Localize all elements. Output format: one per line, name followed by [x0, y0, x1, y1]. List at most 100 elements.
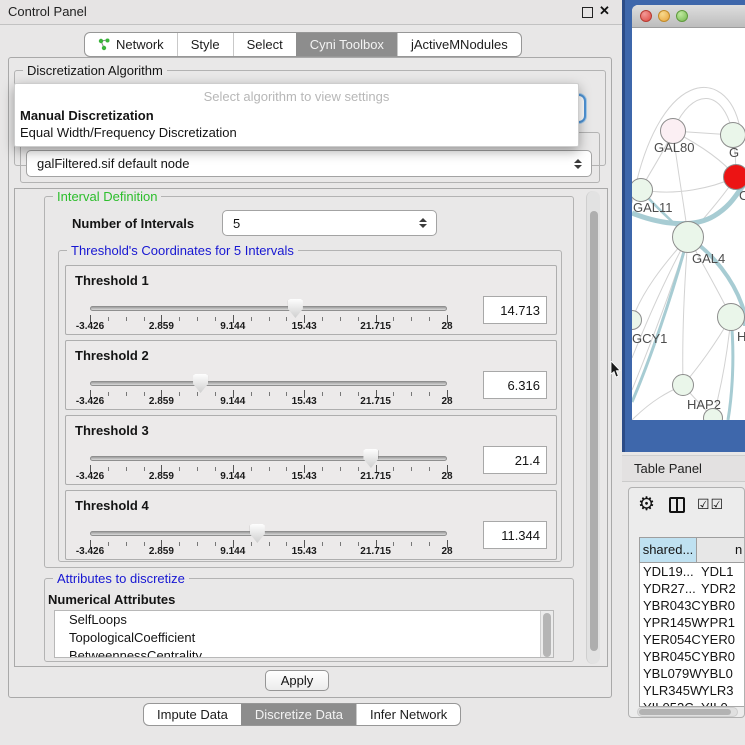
split-columns-icon[interactable] [669, 497, 685, 513]
mouse-cursor [610, 361, 623, 378]
tick-label: 28 [441, 546, 452, 557]
threshold-label: Threshold 3 [75, 423, 149, 438]
minimize-traffic-icon[interactable] [658, 10, 670, 22]
list-item[interactable]: TopologicalCoefficient [55, 629, 553, 647]
slider-tick-labels: -3.4262.8599.14415.4321.71528 [90, 471, 447, 483]
horizontal-scrollbar[interactable] [637, 707, 738, 717]
hscrollbar-thumb[interactable] [639, 709, 731, 715]
node-label: GAL4 [692, 251, 725, 266]
tick-label: -3.426 [76, 546, 104, 557]
network-node-h[interactable] [717, 303, 745, 331]
tick-label: 9.144 [220, 321, 245, 332]
vertical-scrollbar[interactable] [586, 191, 600, 664]
table-row[interactable]: YBR045CYBR0 [640, 648, 745, 665]
table-row[interactable]: YBR043CYBR0 [640, 597, 745, 614]
tick-label: 2.859 [149, 471, 174, 482]
table-cell-shared-name: YIL052C [640, 699, 697, 707]
algorithm-popup-placeholder: Select algorithm to view settings [15, 87, 578, 107]
node-label: GCY1 [632, 331, 667, 346]
close-icon[interactable]: ✕ [599, 3, 610, 19]
node-label: H [737, 329, 745, 344]
combo-arrows-icon [419, 218, 427, 228]
table-row[interactable]: YER054CYER0 [640, 631, 745, 648]
threshold-value-field[interactable]: 11.344 [483, 521, 547, 549]
tab-style[interactable]: Style [177, 33, 233, 56]
tick-label: 21.715 [360, 546, 391, 557]
node-label: GAL11 [633, 200, 673, 215]
column-header-shared-name[interactable]: shared... [640, 538, 697, 562]
table-row[interactable]: YPR145WYPR1 [640, 614, 745, 631]
float-icon[interactable] [582, 7, 593, 18]
tab-infer-network[interactable]: Infer Network [356, 704, 460, 725]
table-cell-name: YDL1 [697, 563, 745, 580]
tick-label: 15.43 [292, 546, 317, 557]
close-traffic-icon[interactable] [640, 10, 652, 22]
attributes-group-label: Attributes to discretize [53, 571, 189, 586]
numerical-attributes-title: Numerical Attributes [48, 592, 175, 607]
tick-label: 21.715 [360, 396, 391, 407]
interval-definition-label: Interval Definition [53, 189, 161, 204]
checkbox-icons[interactable]: ☑☑ [697, 496, 724, 513]
threshold-panel: Threshold 3 -3.4262.8599.14415.4321.71528… [65, 415, 557, 485]
table-cell-shared-name: YBL079W [640, 665, 697, 682]
tick-label: 9.144 [220, 546, 245, 557]
threshold-value-field[interactable]: 6.316 [483, 371, 547, 399]
table-cell-shared-name: YDL19... [640, 563, 697, 580]
tick-label: 2.859 [149, 321, 174, 332]
list-scrollbar-thumb[interactable] [543, 613, 551, 657]
apply-button[interactable]: Apply [265, 670, 329, 691]
threshold-label: Threshold 4 [75, 498, 149, 513]
table-row[interactable]: YDL19...YDL1 [640, 563, 745, 580]
network-window: GAL80GCGAL11GAL4GCY1HHAP2 [632, 5, 745, 420]
gear-icon[interactable]: ⚙ [638, 493, 655, 516]
table-row[interactable]: YDR27...YDR2 [640, 580, 745, 597]
tick-label: 15.43 [292, 321, 317, 332]
table-cell-shared-name: YPR145W [640, 614, 697, 631]
threshold-value-field[interactable]: 14.713 [483, 296, 547, 324]
network-node-c[interactable] [723, 164, 745, 190]
number-of-intervals-value: 5 [233, 216, 240, 231]
threshold-value-field[interactable]: 21.4 [483, 446, 547, 474]
tick-label: 28 [441, 396, 452, 407]
threshold-slider-track[interactable] [90, 456, 447, 461]
zoom-traffic-icon[interactable] [676, 10, 688, 22]
table-panel-title: Table Panel [634, 461, 702, 476]
table-data-combobox[interactable]: galFiltered.sif default node [26, 150, 592, 177]
table-row[interactable]: YIL052CYIL0 [640, 699, 745, 707]
threshold-slider-track[interactable] [90, 531, 447, 536]
table-cell-name: YIL0 [697, 699, 745, 707]
table-body: YDL19...YDL1YDR27...YDR2YBR043CYBR0YPR14… [639, 563, 745, 707]
column-header-name[interactable]: n [697, 538, 745, 562]
network-canvas[interactable]: GAL80GCGAL11GAL4GCY1HHAP2 [632, 28, 745, 420]
table-row[interactable]: YLR345WYLR3 [640, 682, 745, 699]
tick-label: 2.859 [149, 546, 174, 557]
table-data-combo-value: galFiltered.sif default node [37, 156, 189, 171]
tab-jactivemnodules[interactable]: jActiveMNodules [397, 33, 521, 56]
tab-select[interactable]: Select [233, 33, 296, 56]
tab-network[interactable]: Network [85, 33, 177, 56]
tick-label: 21.715 [360, 471, 391, 482]
table-row[interactable]: YBL079WYBL0 [640, 665, 745, 682]
number-of-intervals-combobox[interactable]: 5 [222, 210, 437, 236]
network-node-gal4[interactable] [672, 221, 704, 253]
slider-tick-labels: -3.4262.8599.14415.4321.71528 [90, 546, 447, 558]
numerical-attributes-list[interactable]: SelfLoopsTopologicalCoefficientBetweenne… [54, 610, 554, 658]
tab-impute-data[interactable]: Impute Data [144, 704, 241, 725]
thresholds-group-label: Threshold's Coordinates for 5 Intervals [67, 243, 298, 258]
popup-item-equal-width-frequency[interactable]: Equal Width/Frequency Discretization [15, 124, 578, 141]
table-cell-name: YDR2 [697, 580, 745, 597]
slider-tick-labels: -3.4262.8599.14415.4321.71528 [90, 396, 447, 408]
list-item[interactable]: BetweennessCentrality [55, 647, 553, 658]
list-scrollbar[interactable] [540, 611, 553, 657]
threshold-slider-track[interactable] [90, 381, 447, 386]
scrollbar-thumb[interactable] [590, 211, 598, 651]
tab-discretize-data[interactable]: Discretize Data [241, 704, 356, 725]
threshold-slider-track[interactable] [90, 306, 447, 311]
popup-item-manual-discretization[interactable]: Manual Discretization [15, 107, 578, 124]
table-cell-name: YLR3 [697, 682, 745, 699]
network-window-titlebar [632, 5, 745, 28]
list-item[interactable]: SelfLoops [55, 611, 553, 629]
tab-cyni-toolbox[interactable]: Cyni Toolbox [296, 33, 397, 56]
network-node-hap2[interactable] [672, 374, 694, 396]
network-icon [98, 38, 111, 51]
